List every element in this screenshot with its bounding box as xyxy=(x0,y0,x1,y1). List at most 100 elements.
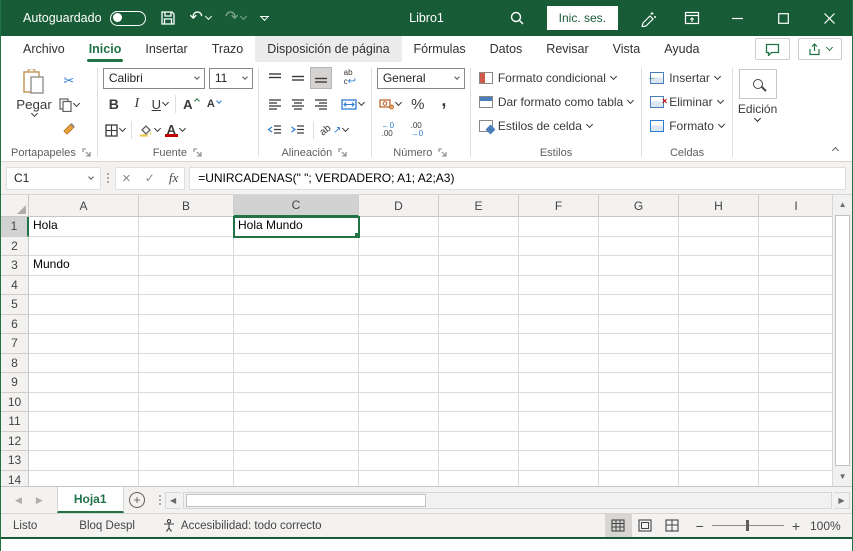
zoom-in-button[interactable]: + xyxy=(792,518,800,534)
merge-center-button[interactable] xyxy=(339,93,366,115)
cell-E4[interactable] xyxy=(439,275,519,295)
cell-A5[interactable] xyxy=(29,295,139,315)
row-header-8[interactable]: 8 xyxy=(1,353,29,373)
cell-F4[interactable] xyxy=(519,275,599,295)
decrease-decimal-button[interactable]: .00 →0 xyxy=(406,119,428,141)
zoom-slider[interactable] xyxy=(711,520,784,531)
cell-F9[interactable] xyxy=(519,373,599,393)
align-bottom-button[interactable] xyxy=(309,67,332,89)
conditional-formatting-button[interactable]: Formato condicional xyxy=(476,66,636,90)
cut-button[interactable]: ✂ xyxy=(57,70,81,92)
tab-archivo[interactable]: Archivo xyxy=(11,36,77,62)
underline-button[interactable]: U xyxy=(149,93,171,115)
cell-I7[interactable] xyxy=(759,334,833,354)
maximize-button[interactable] xyxy=(760,0,806,36)
name-box[interactable]: C1 xyxy=(6,166,101,190)
cell-F13[interactable] xyxy=(519,451,599,471)
font-name-combo[interactable]: Calibri xyxy=(102,67,205,89)
decrease-indent-button[interactable] xyxy=(264,119,286,141)
cell-D2[interactable] xyxy=(359,236,439,256)
borders-button[interactable] xyxy=(103,119,127,141)
tab-ayuda[interactable]: Ayuda xyxy=(652,36,711,62)
cell-E3[interactable] xyxy=(439,256,519,276)
sheetbar-grip[interactable] xyxy=(157,495,163,505)
cell-F5[interactable] xyxy=(519,295,599,315)
cell-E7[interactable] xyxy=(439,334,519,354)
autosave-toggle[interactable] xyxy=(109,10,146,26)
paste-button[interactable]: Pegar xyxy=(11,66,57,144)
cell-C10[interactable] xyxy=(234,392,359,412)
cell-G11[interactable] xyxy=(599,412,679,432)
column-header-G[interactable]: G xyxy=(599,195,679,217)
vertical-scrollbar[interactable]: ▲ ▼ xyxy=(832,195,852,486)
cell-C9[interactable] xyxy=(234,373,359,393)
cell-C8[interactable] xyxy=(234,353,359,373)
new-sheet-button[interactable]: + xyxy=(124,487,151,513)
orientation-button[interactable]: ab ↗ xyxy=(318,119,351,141)
cell-G9[interactable] xyxy=(599,373,679,393)
insert-function-button[interactable]: fx xyxy=(169,170,178,186)
increase-indent-button[interactable] xyxy=(287,119,309,141)
cell-G1[interactable] xyxy=(599,217,679,237)
font-size-combo[interactable]: 11 xyxy=(208,67,253,89)
cell-G6[interactable] xyxy=(599,314,679,334)
cell-A6[interactable] xyxy=(29,314,139,334)
cell-styles-button[interactable]: Estilos de celda xyxy=(476,114,636,138)
cell-A11[interactable] xyxy=(29,412,139,432)
enter-formula-button[interactable]: ✓ xyxy=(145,171,155,185)
minimize-button[interactable] xyxy=(714,0,760,36)
cell-D4[interactable] xyxy=(359,275,439,295)
share-button[interactable] xyxy=(798,38,842,60)
cell-G8[interactable] xyxy=(599,353,679,373)
cell-C14[interactable] xyxy=(234,470,359,486)
percent-style-button[interactable]: % xyxy=(407,93,429,115)
insert-cells-button[interactable]: ← Insertar xyxy=(647,66,727,90)
tab-datos[interactable]: Datos xyxy=(478,36,535,62)
cell-B2[interactable] xyxy=(139,236,234,256)
cell-H13[interactable] xyxy=(679,451,759,471)
cell-D3[interactable] xyxy=(359,256,439,276)
font-color-button[interactable]: A xyxy=(163,119,187,141)
tab-revisar[interactable]: Revisar xyxy=(534,36,600,62)
cell-A3[interactable]: Mundo xyxy=(29,256,139,276)
formula-input[interactable]: =UNIRCADENAS(" "; VERDADERO; A1; A2;A3) xyxy=(189,166,846,190)
accessibility-status[interactable]: Accesibilidad: todo correcto xyxy=(151,514,334,537)
scroll-up-button[interactable]: ▲ xyxy=(833,195,852,214)
cell-H1[interactable] xyxy=(679,217,759,237)
cell-G2[interactable] xyxy=(599,236,679,256)
row-header-11[interactable]: 11 xyxy=(1,412,29,432)
clipboard-dialog-launcher-icon[interactable] xyxy=(82,147,92,158)
cell-G14[interactable] xyxy=(599,470,679,486)
formula-bar-grip[interactable] xyxy=(105,173,111,183)
cell-C3[interactable] xyxy=(234,256,359,276)
cell-D13[interactable] xyxy=(359,451,439,471)
cell-H10[interactable] xyxy=(679,392,759,412)
cell-H5[interactable] xyxy=(679,295,759,315)
cell-E11[interactable] xyxy=(439,412,519,432)
cell-G10[interactable] xyxy=(599,392,679,412)
cell-B10[interactable] xyxy=(139,392,234,412)
cell-H7[interactable] xyxy=(679,334,759,354)
cell-A10[interactable] xyxy=(29,392,139,412)
scroll-left-button[interactable]: ◀ xyxy=(164,491,181,509)
cell-F12[interactable] xyxy=(519,431,599,451)
copy-button[interactable] xyxy=(57,94,81,116)
cell-F14[interactable] xyxy=(519,470,599,486)
page-break-view-button[interactable] xyxy=(659,514,686,537)
cell-C7[interactable] xyxy=(234,334,359,354)
cell-D6[interactable] xyxy=(359,314,439,334)
cell-H4[interactable] xyxy=(679,275,759,295)
cell-C2[interactable] xyxy=(234,236,359,256)
cell-G4[interactable] xyxy=(599,275,679,295)
cell-E2[interactable] xyxy=(439,236,519,256)
cell-I13[interactable] xyxy=(759,451,833,471)
bold-button[interactable]: B xyxy=(103,93,125,115)
cell-B13[interactable] xyxy=(139,451,234,471)
sheet-nav-right-icon[interactable]: ▶ xyxy=(36,495,43,506)
sign-in-button[interactable]: Inic. ses. xyxy=(546,6,618,30)
row-header-6[interactable]: 6 xyxy=(1,314,29,334)
cell-E10[interactable] xyxy=(439,392,519,412)
cell-B14[interactable] xyxy=(139,470,234,486)
cell-C6[interactable] xyxy=(234,314,359,334)
cell-G3[interactable] xyxy=(599,256,679,276)
